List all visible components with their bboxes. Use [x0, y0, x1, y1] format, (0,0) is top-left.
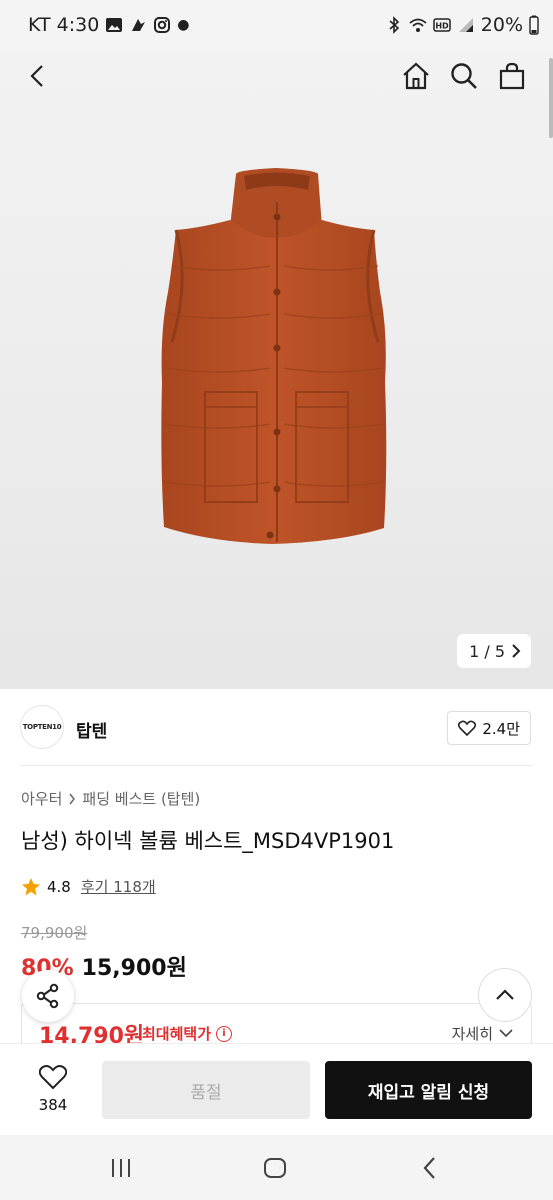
pager-text: 1 / 5	[469, 641, 505, 661]
breadcrumb: 아우터 패딩 베스트 (탑텐)	[21, 788, 200, 809]
divider	[20, 765, 533, 766]
store-logo[interactable]: TOPTEN10	[20, 705, 64, 749]
gallery-icon	[106, 18, 123, 32]
product-image-gallery[interactable]	[0, 52, 553, 689]
soldout-button: 품절	[102, 1061, 310, 1119]
breadcrumb-level2[interactable]: 패딩 베스트 (탑텐)	[82, 788, 200, 809]
shopping-bag-icon	[499, 62, 525, 90]
status-left: KT 4:30 ●	[28, 14, 190, 36]
store-like-count: 2.4만	[482, 719, 520, 738]
breadcrumb-level1[interactable]: 아우터	[21, 788, 62, 809]
recent-apps-button[interactable]	[105, 1153, 137, 1183]
share-icon	[36, 983, 59, 1009]
bluetooth-icon	[389, 16, 399, 34]
cart-button[interactable]	[494, 58, 530, 94]
store-name[interactable]: 탑텐	[76, 717, 107, 742]
hd-icon: HD	[433, 18, 451, 32]
wifi-icon	[409, 18, 427, 32]
rating-row: 4.8 후기 118개	[21, 876, 156, 897]
store-row[interactable]: TOPTEN10 탑텐 2.4만	[20, 705, 533, 751]
vest-image	[161, 168, 387, 544]
back-icon	[30, 65, 43, 87]
gallery-pager[interactable]: 1 / 5	[457, 634, 531, 668]
bottom-action-bar: 384 품절 재입고 알림 신청	[0, 1043, 553, 1135]
wish-count: 384	[38, 1096, 68, 1114]
sale-price: 15,900원	[81, 956, 187, 981]
back-button[interactable]	[20, 58, 56, 94]
review-link[interactable]: 후기 118개	[81, 876, 156, 897]
signal-icon	[458, 18, 473, 32]
status-right: HD 20%	[385, 14, 539, 36]
top-nav	[0, 52, 553, 102]
rating-value: 4.8	[47, 877, 71, 896]
star-icon	[22, 877, 40, 895]
detail-label: 자세히	[451, 1025, 493, 1043]
carrier-time: KT 4:30	[28, 14, 100, 36]
search-icon	[451, 63, 477, 89]
chevron-right-icon	[512, 644, 521, 658]
product-title: 남성) 하이넥 볼륨 베스트_MSD4VP1901	[21, 829, 395, 853]
restock-alert-button[interactable]: 재입고 알림 신청	[325, 1061, 532, 1119]
heart-icon	[38, 1065, 68, 1090]
chevron-down-icon	[499, 1029, 513, 1038]
battery-icon	[529, 15, 539, 35]
original-price: 79,900원	[21, 924, 88, 942]
chevron-up-icon	[496, 989, 514, 1000]
home-button[interactable]	[398, 58, 434, 94]
bird-icon	[132, 19, 146, 31]
home-nav-icon	[264, 1158, 286, 1178]
system-nav-bar	[0, 1135, 553, 1200]
back-nav-button[interactable]	[414, 1153, 446, 1183]
info-icon[interactable]: i	[216, 1025, 233, 1042]
benefit-label-text: 최대혜택가	[142, 1025, 212, 1043]
share-button[interactable]	[22, 970, 74, 1022]
home-icon	[403, 62, 429, 90]
battery-text: 20%	[480, 14, 523, 36]
status-bar: KT 4:30 ● HD 20%	[0, 0, 553, 52]
dot-icon: ●	[177, 17, 190, 33]
instagram-icon	[154, 17, 171, 33]
heart-icon	[458, 720, 477, 736]
store-like-button[interactable]: 2.4만	[447, 711, 531, 745]
svg-text:HD: HD	[435, 22, 449, 31]
wish-button[interactable]: 384	[24, 1064, 82, 1114]
search-button[interactable]	[446, 58, 482, 94]
detail-toggle[interactable]: 자세히	[452, 1023, 513, 1044]
home-nav-button[interactable]	[259, 1153, 291, 1183]
back-nav-icon	[423, 1157, 435, 1179]
benefit-label: 최대혜택가 i	[142, 1023, 233, 1044]
scroll-top-button[interactable]	[478, 968, 532, 1022]
store-logo-text: TOPTEN10	[22, 723, 62, 731]
chevron-right-icon	[69, 793, 76, 804]
recent-apps-icon	[112, 1159, 130, 1177]
